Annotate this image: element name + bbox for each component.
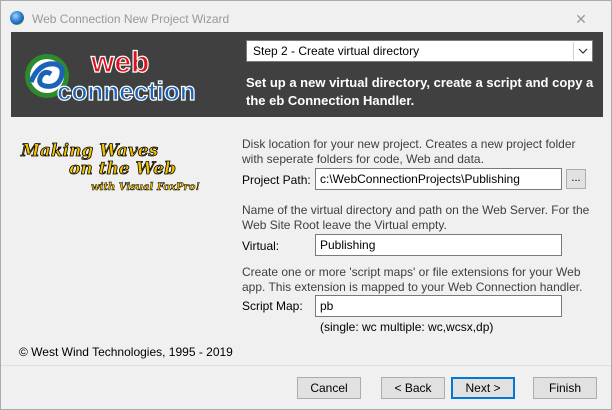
chevron-down-icon[interactable] bbox=[573, 42, 591, 60]
art-line-3: with Visual FoxPro! bbox=[91, 182, 200, 193]
step-description: Set up a new virtual directory, create a… bbox=[246, 75, 594, 108]
title-bar[interactable]: Web Connection New Project Wizard ✕ bbox=[1, 1, 611, 32]
step-dropdown-value: Step 2 - Create virtual directory bbox=[253, 44, 420, 58]
virtual-label: Virtual: bbox=[242, 239, 280, 253]
finish-button-label: Finish bbox=[548, 381, 581, 395]
copyright-text: © West Wind Technologies, 1995 - 2019 bbox=[19, 345, 233, 359]
next-arrow: > bbox=[490, 381, 501, 395]
app-icon bbox=[10, 11, 24, 25]
next-button[interactable]: Next > bbox=[451, 377, 515, 399]
web-connection-logo: web connection bbox=[25, 45, 196, 106]
logo-text-connection: connection bbox=[57, 76, 196, 106]
next-button-label: Next bbox=[465, 381, 491, 395]
script-map-hint: (single: wc multiple: wc,wcsx,dp) bbox=[320, 320, 494, 334]
cancel-button-label: Cancel bbox=[310, 381, 348, 395]
virtual-input[interactable]: Publishing bbox=[315, 234, 562, 256]
logo-text-web: web bbox=[90, 46, 149, 79]
back-button[interactable]: < Back bbox=[381, 377, 445, 399]
virtual-help: Name of the virtual directory and path o… bbox=[242, 203, 590, 232]
project-path-help: Disk location for your new project. Crea… bbox=[242, 137, 576, 166]
back-arrow: < bbox=[394, 381, 405, 395]
project-path-input[interactable]: c:\WebConnectionProjects\Publishing bbox=[315, 168, 562, 190]
button-bar: Cancel < Back Next > Finish bbox=[1, 365, 611, 409]
step-dropdown[interactable]: Step 2 - Create virtual directory bbox=[246, 40, 593, 62]
art-line-2: on the Web bbox=[69, 159, 176, 179]
window-title: Web Connection New Project Wizard bbox=[32, 12, 230, 26]
making-waves-art: Making Waves on the Web with Visual FoxP… bbox=[20, 141, 201, 194]
browse-button[interactable]: ... bbox=[566, 169, 586, 189]
project-path-label: Project Path: bbox=[242, 173, 311, 187]
script-map-help: Create one or more 'script maps' or file… bbox=[242, 265, 583, 294]
art-line-1: Making Waves bbox=[20, 141, 159, 161]
wizard-window: Web Connection New Project Wizard ✕ web … bbox=[0, 0, 612, 410]
cancel-button[interactable]: Cancel bbox=[297, 377, 361, 399]
script-map-input[interactable]: pb bbox=[315, 295, 562, 317]
close-button[interactable]: ✕ bbox=[571, 12, 591, 28]
finish-button[interactable]: Finish bbox=[533, 377, 597, 399]
back-button-label: Back bbox=[404, 381, 432, 395]
script-map-label: Script Map: bbox=[242, 299, 303, 313]
header-banner: web connection Step 2 - Create virtual d… bbox=[11, 32, 603, 117]
